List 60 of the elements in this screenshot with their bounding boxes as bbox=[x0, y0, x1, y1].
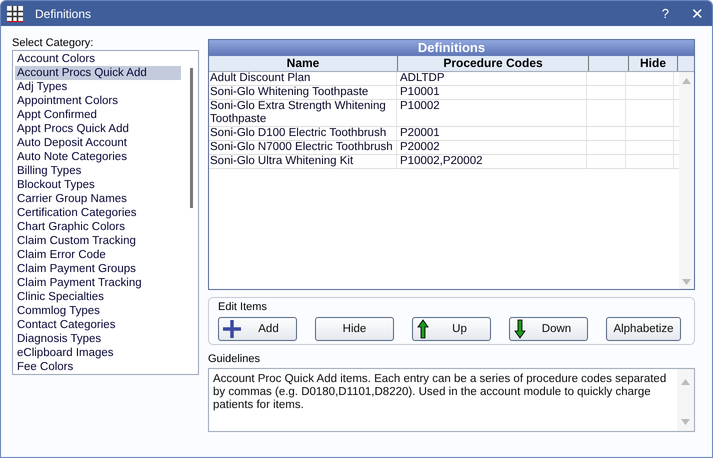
scrollbar-thumb[interactable] bbox=[190, 68, 193, 208]
category-item[interactable]: Diagnosis Types bbox=[15, 332, 181, 346]
category-item[interactable]: Carrier Group Names bbox=[15, 192, 181, 206]
table-cell: Soni-Glo Whitening Toothpaste bbox=[210, 86, 368, 98]
category-item[interactable]: Appt Confirmed bbox=[15, 108, 181, 122]
column-header[interactable]: Name bbox=[209, 56, 398, 71]
action-button[interactable]: Hide bbox=[315, 317, 394, 341]
category-item[interactable]: Claim Custom Tracking bbox=[15, 234, 181, 248]
category-item[interactable]: Claim Payment Tracking bbox=[15, 276, 181, 290]
category-item[interactable]: Appt Procs Quick Add bbox=[15, 122, 181, 136]
category-item[interactable]: Chart Graphic Colors bbox=[15, 220, 181, 234]
plus-icon bbox=[223, 320, 241, 338]
grid-icon bbox=[7, 6, 23, 22]
category-item[interactable]: Account Colors bbox=[15, 52, 181, 66]
category-item[interactable]: Claim Payment Groups bbox=[15, 262, 181, 276]
table-cell: P20001 bbox=[400, 127, 440, 139]
table-cell: P10002 bbox=[400, 100, 440, 112]
window-title: Definitions bbox=[35, 6, 92, 20]
category-item[interactable]: Commlog Types bbox=[15, 304, 181, 318]
up-button[interactable]: Up bbox=[412, 317, 491, 341]
down-button[interactable]: Down bbox=[509, 317, 588, 341]
arrow-up-icon bbox=[417, 319, 429, 339]
category-item[interactable]: Clinic Specialties bbox=[15, 290, 181, 304]
table-cell: P10001 bbox=[400, 86, 440, 98]
action-button[interactable]: Alphabetize bbox=[606, 317, 681, 341]
close-button[interactable]: ✕ bbox=[691, 4, 704, 22]
category-item[interactable]: eClipboard Images bbox=[15, 346, 181, 360]
table-cell: P10002,P20002 bbox=[400, 155, 482, 167]
category-item[interactable]: Certification Categories bbox=[15, 206, 181, 220]
table-cell: Soni-Glo Extra Strength Whitening Toothpaste bbox=[210, 100, 386, 125]
column-header[interactable]: Hide bbox=[629, 56, 678, 71]
arrow-down-icon bbox=[514, 319, 526, 339]
category-item[interactable]: Contact Categories bbox=[15, 318, 181, 332]
category-item[interactable]: Adj Types bbox=[15, 80, 181, 94]
grid-title: Definitions bbox=[209, 40, 694, 56]
category-item[interactable]: Account Procs Quick Add bbox=[15, 66, 181, 80]
table-cell: Adult Discount Plan bbox=[210, 72, 310, 84]
scroll-up-icon[interactable] bbox=[682, 78, 691, 84]
group-label: Edit Items bbox=[218, 301, 268, 313]
category-item[interactable]: Appointment Colors bbox=[15, 94, 181, 108]
table-cell: ADLTDP bbox=[400, 72, 445, 84]
category-item[interactable]: Auto Deposit Account bbox=[15, 136, 181, 150]
table-cell: Soni-Glo N7000 Electric Toothbrush bbox=[210, 141, 393, 153]
table-cell: Soni-Glo Ultra Whitening Kit bbox=[210, 155, 354, 167]
scroll-up-icon[interactable] bbox=[681, 379, 690, 385]
category-item[interactable]: Fee Colors bbox=[15, 360, 181, 374]
category-item[interactable]: Claim Error Code bbox=[15, 248, 181, 262]
category-label: Select Category: bbox=[12, 37, 94, 50]
help-button[interactable]: ? bbox=[662, 6, 669, 21]
category-item[interactable]: Blockout Types bbox=[15, 178, 181, 192]
column-header[interactable]: Procedure Codes bbox=[398, 56, 589, 71]
scroll-down-icon[interactable] bbox=[682, 279, 691, 285]
guidelines-text: Account Proc Quick Add items. Each entry can be a series of procedure codes separated by commas (e.g. D0180,D1101,D8220). Used in the account module to quickly charge patients for items. bbox=[212, 372, 668, 413]
category-item[interactable]: Auto Note Categories bbox=[15, 150, 181, 164]
add-button[interactable]: Add bbox=[218, 317, 297, 341]
table-cell: Soni-Glo D100 Electric Toothbrush bbox=[210, 127, 386, 139]
guidelines-label: Guidelines bbox=[208, 353, 261, 366]
table-cell: P20002 bbox=[400, 141, 440, 153]
scroll-down-icon[interactable] bbox=[681, 419, 690, 425]
category-item[interactable]: Billing Types bbox=[15, 164, 181, 178]
